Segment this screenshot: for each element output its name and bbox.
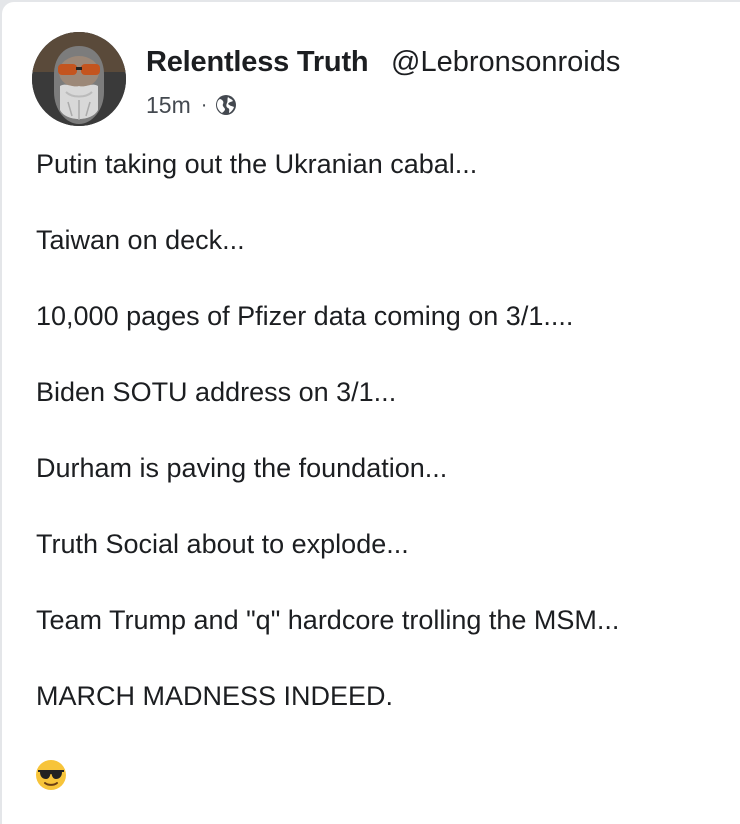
author-name[interactable]: Relentless Truth (146, 46, 369, 79)
author-avatar[interactable] (32, 32, 126, 126)
post-timestamp[interactable]: 15m (146, 92, 191, 119)
globe-icon (215, 94, 237, 116)
post-line: Putin taking out the Ukranian cabal... (36, 149, 478, 179)
post-line: Truth Social about to explode... (36, 529, 409, 559)
post-line: Durham is paving the foundation... (36, 453, 448, 483)
meta-separator: · (200, 93, 208, 116)
post-line: MARCH MADNESS INDEED. (36, 681, 394, 711)
post-card: Relentless Truth @Lebronsonroids 15m · P… (2, 2, 740, 824)
post-meta: 15m · (146, 90, 237, 120)
post-line: Taiwan on deck... (36, 225, 245, 255)
avatar-image (32, 32, 126, 126)
post-line: Biden SOTU address on 3/1... (36, 377, 397, 407)
post-line: Team Trump and "q" hardcore trolling the… (36, 605, 620, 635)
sunglasses-emoji-icon (35, 759, 67, 791)
post-body: Putin taking out the Ukranian cabal... T… (36, 148, 716, 756)
author-handle[interactable]: @Lebronsonroids (391, 46, 620, 79)
post-line: 10,000 pages of Pfizer data coming on 3/… (36, 301, 574, 331)
